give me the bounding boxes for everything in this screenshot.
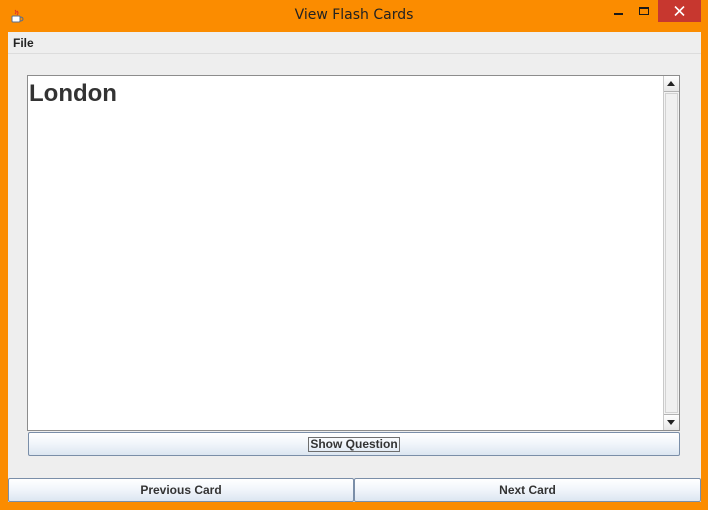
previous-card-button[interactable]: Previous Card: [8, 478, 354, 502]
vertical-scrollbar[interactable]: [663, 76, 679, 430]
menu-file[interactable]: File: [13, 36, 34, 50]
minimize-button[interactable]: [605, 0, 631, 22]
minimize-icon: [614, 13, 623, 15]
scroll-track[interactable]: [665, 93, 678, 413]
maximize-button[interactable]: [631, 0, 658, 22]
app-window: View Flash Cards File London Show Questi…: [0, 0, 708, 510]
maximize-icon: [639, 7, 649, 15]
next-card-button[interactable]: Next Card: [354, 478, 701, 502]
arrow-down-icon[interactable]: [664, 414, 679, 430]
content-pane: File London Show Question Previous Card …: [8, 32, 701, 502]
card-text-area[interactable]: London: [27, 75, 680, 431]
show-question-button[interactable]: Show Question: [28, 432, 680, 456]
title-bar[interactable]: View Flash Cards: [0, 0, 708, 32]
show-question-label: Show Question: [308, 437, 400, 452]
menu-bar: File: [8, 32, 701, 54]
arrow-up-icon[interactable]: [664, 76, 679, 92]
close-icon: [674, 6, 685, 16]
close-button[interactable]: [658, 0, 701, 22]
window-title: View Flash Cards: [294, 7, 414, 23]
card-text: London: [29, 80, 117, 107]
